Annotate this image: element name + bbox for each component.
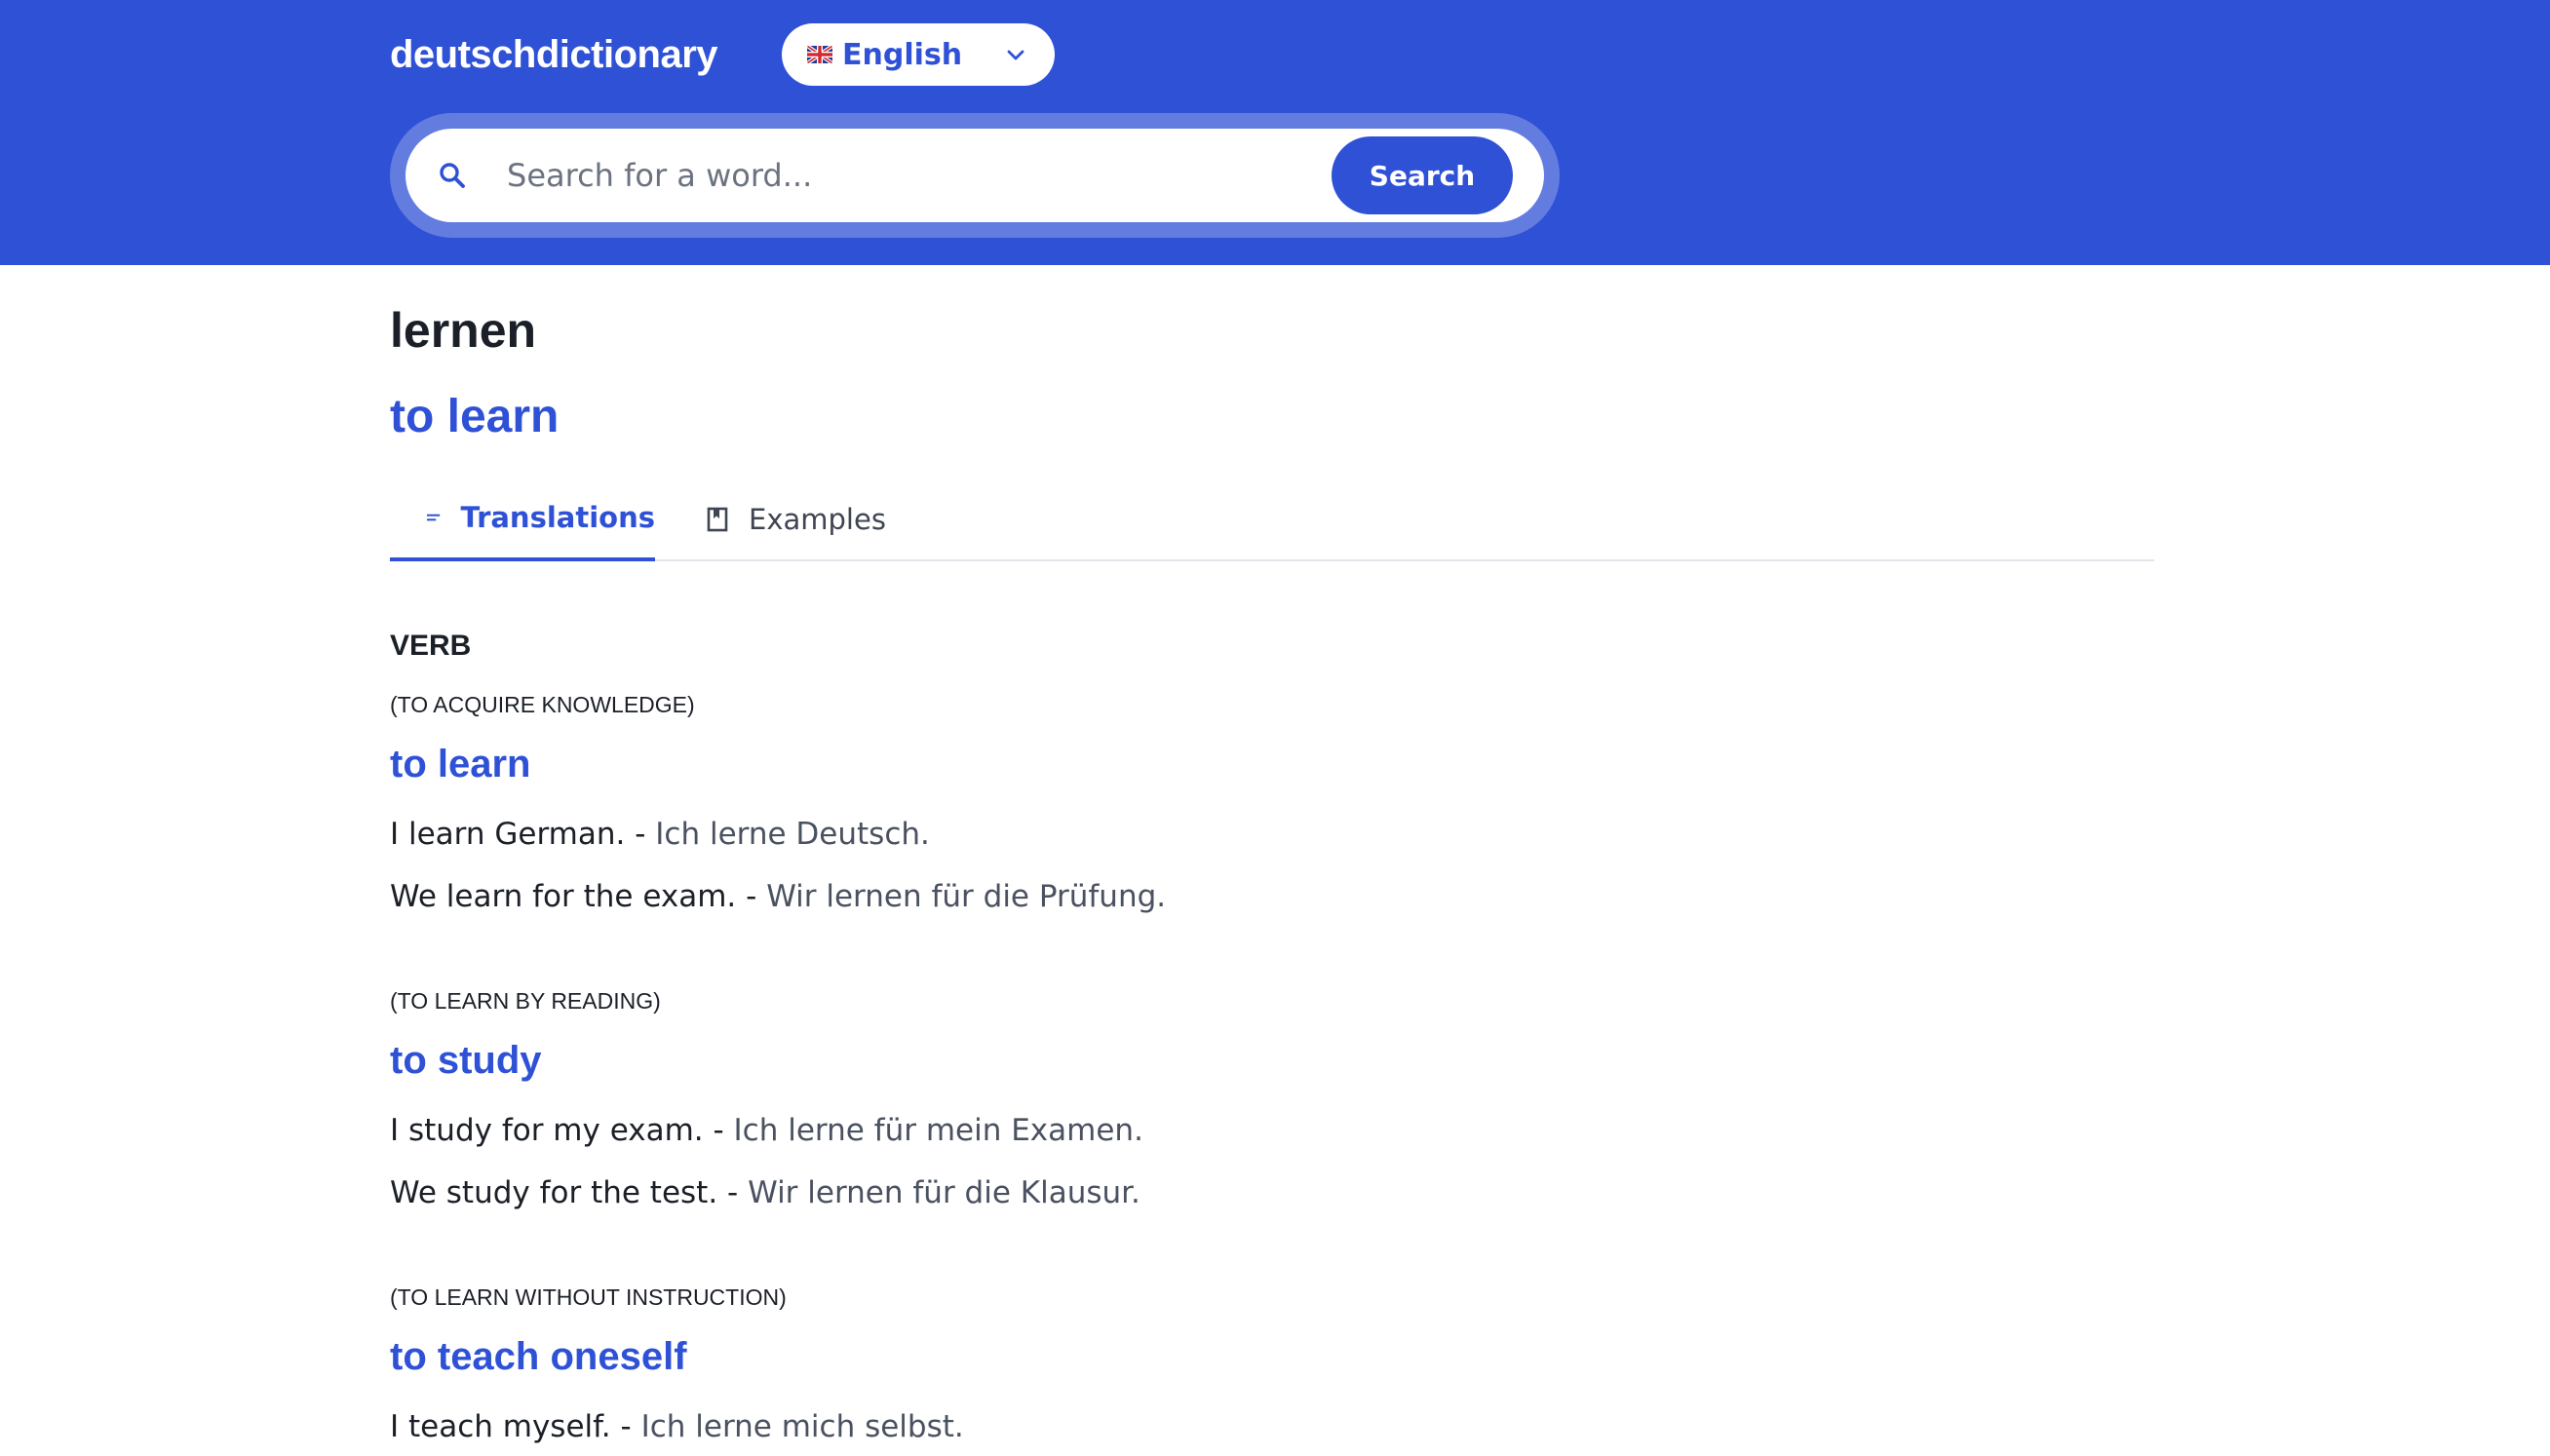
example-sentence: We learn for the exam. - Wir lernen für …: [390, 879, 1167, 914]
sense-note: (TO LEARN BY READING): [390, 988, 661, 1014]
search-icon: [440, 163, 465, 188]
example-en: I study for my exam.: [390, 1113, 704, 1148]
example-de: Wir lernen für die Prüfung.: [766, 879, 1167, 914]
site-header: deutschdictionary English Search: [0, 0, 2550, 265]
sense-translation: to teach oneself: [390, 1335, 687, 1378]
example-en: We learn for the exam.: [390, 879, 737, 914]
example-sentence: I teach myself. - Ich lerne mich selbst.: [390, 1409, 964, 1444]
book-icon: [707, 507, 728, 532]
tab-examples[interactable]: Examples: [702, 478, 897, 561]
site-logo[interactable]: deutschdictionary: [390, 29, 718, 80]
part-of-speech: VERB: [390, 630, 472, 662]
chevron-down-icon: [1007, 50, 1024, 60]
example-sentence: I learn German. - Ich lerne Deutsch.: [390, 817, 930, 852]
search-input[interactable]: [507, 146, 1306, 205]
language-label: English: [842, 37, 963, 72]
entry-main-translation: to learn: [390, 391, 560, 442]
example-de: Ich lerne Deutsch.: [655, 817, 930, 852]
uk-flag-icon: [807, 46, 832, 63]
example-sentence: We study for the test. - Wir lernen für …: [390, 1175, 1140, 1210]
sense-note: (TO LEARN WITHOUT INSTRUCTION): [390, 1284, 787, 1310]
example-en: I teach myself.: [390, 1409, 611, 1444]
sense-note: (TO ACQUIRE KNOWLEDGE): [390, 692, 695, 717]
example-en: I learn German.: [390, 817, 626, 852]
language-selector[interactable]: English: [782, 23, 1055, 86]
entry-tabs: Translations Examples: [390, 478, 2154, 561]
tab-translations[interactable]: Translations: [390, 478, 655, 561]
example-de: Ich lerne mich selbst.: [640, 1409, 964, 1444]
lines-icon: [426, 514, 441, 521]
example-de: Ich lerne für mein Examen.: [733, 1113, 1143, 1148]
example-sentence: I study for my exam. - Ich lerne für mei…: [390, 1113, 1143, 1148]
example-de: Wir lernen für die Klausur.: [748, 1175, 1140, 1210]
search-button[interactable]: Search: [1332, 136, 1513, 214]
sense-translation: to learn: [390, 743, 531, 785]
entry-word: lernen: [390, 303, 537, 358]
sense-translation: to study: [390, 1039, 542, 1082]
tab-translations-label: Translations: [460, 501, 655, 534]
example-en: We study for the test.: [390, 1175, 718, 1210]
tab-examples-label: Examples: [749, 503, 886, 536]
